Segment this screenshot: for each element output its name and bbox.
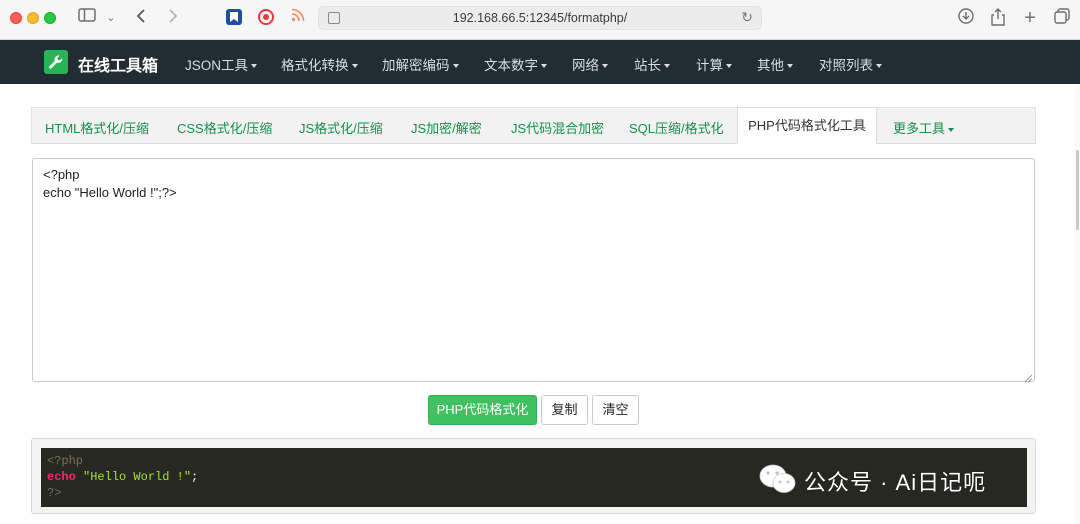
code-input[interactable] bbox=[32, 158, 1035, 382]
wechat-icon bbox=[759, 464, 796, 493]
extension-bookmark-icon[interactable] bbox=[224, 8, 244, 28]
brand-title[interactable]: 在线工具箱 bbox=[78, 52, 158, 76]
nav-label: 网络 bbox=[572, 58, 599, 73]
tab-js-encrypt[interactable]: JS加密/解密 bbox=[411, 118, 482, 137]
sidebar-toggle-icon[interactable] bbox=[76, 8, 98, 28]
tab-sql-format[interactable]: SQL压缩/格式化 bbox=[629, 118, 724, 137]
tab-js-obfuscate[interactable]: JS代码混合加密 bbox=[511, 118, 604, 137]
caret-down-icon bbox=[948, 127, 955, 132]
code-keyword: echo bbox=[47, 470, 76, 484]
nav-format-convert[interactable]: 格式化转换 bbox=[281, 54, 358, 74]
resize-grip-icon[interactable] bbox=[1023, 370, 1033, 383]
rss-icon[interactable] bbox=[289, 8, 307, 28]
tab-js-format[interactable]: JS格式化/压缩 bbox=[299, 118, 383, 137]
url-text: 192.168.66.5:12345/formatphp/ bbox=[452, 11, 628, 25]
scrollbar-thumb[interactable] bbox=[1076, 150, 1079, 230]
tab-label: 更多工具 bbox=[893, 121, 946, 136]
nav-calculate[interactable]: 计算 bbox=[696, 54, 732, 74]
caret-down-icon bbox=[351, 64, 358, 69]
format-button[interactable]: PHP代码格式化 bbox=[428, 395, 537, 425]
caret-down-icon bbox=[251, 64, 258, 69]
nav-text-number[interactable]: 文本数字 bbox=[484, 54, 547, 74]
extension-record-icon[interactable] bbox=[256, 8, 276, 28]
minimize-window-button[interactable] bbox=[27, 12, 39, 24]
close-window-button[interactable] bbox=[10, 12, 22, 24]
watermark-text: 公众号 · Ai日记呃 bbox=[804, 470, 987, 495]
code-open-tag: <?php bbox=[47, 454, 84, 468]
clear-button[interactable]: 清空 bbox=[592, 395, 639, 425]
wrench-icon bbox=[44, 50, 68, 74]
caret-down-icon bbox=[876, 64, 882, 69]
caret-down-icon bbox=[787, 64, 793, 69]
zoom-window-button[interactable] bbox=[44, 12, 56, 24]
tab-overview-icon[interactable] bbox=[1052, 8, 1072, 28]
code-semicolon: ; bbox=[191, 470, 199, 484]
nav-encrypt-encode[interactable]: 加解密编码 bbox=[382, 54, 459, 74]
reload-icon[interactable]: ↻ bbox=[741, 9, 753, 26]
copy-button[interactable]: 复制 bbox=[541, 395, 588, 425]
site-navbar: 在线工具箱 JSON工具 格式化转换 加解密编码 文本数字 网络 站长 计算 其… bbox=[0, 40, 1080, 84]
share-icon[interactable] bbox=[988, 8, 1008, 28]
caret-down-icon bbox=[541, 64, 547, 69]
nav-label: 其他 bbox=[757, 58, 784, 73]
nav-json-tools[interactable]: JSON工具 bbox=[185, 54, 258, 74]
caret-down-icon bbox=[664, 64, 670, 69]
nav-network[interactable]: 网络 bbox=[572, 54, 608, 74]
nav-label: 对照列表 bbox=[819, 58, 873, 73]
caret-down-icon bbox=[452, 64, 459, 69]
nav-label: 格式化转换 bbox=[281, 58, 349, 73]
nav-label: JSON工具 bbox=[185, 58, 249, 73]
caret-down-icon bbox=[602, 64, 608, 69]
nav-label: 计算 bbox=[696, 58, 723, 73]
caret-down-icon bbox=[726, 64, 732, 69]
downloads-icon[interactable] bbox=[956, 8, 976, 28]
nav-other[interactable]: 其他 bbox=[757, 54, 793, 74]
code-string: "Hello World !" bbox=[83, 470, 192, 484]
nav-label: 站长 bbox=[634, 58, 661, 73]
tab-html-format[interactable]: HTML格式化/压缩 bbox=[45, 118, 149, 137]
tab-more-tools[interactable]: 更多工具 bbox=[893, 118, 955, 137]
code-close-tag: ?> bbox=[47, 486, 62, 500]
address-bar[interactable]: 192.168.66.5:12345/formatphp/ ↻ bbox=[318, 6, 762, 30]
nav-webmaster[interactable]: 站长 bbox=[634, 54, 670, 74]
tab-css-format[interactable]: CSS格式化/压缩 bbox=[177, 118, 272, 137]
chevron-down-icon[interactable]: ⌄ bbox=[104, 8, 118, 28]
tab-php-format[interactable]: PHP代码格式化工具 bbox=[737, 107, 877, 144]
browser-toolbar: ⌄ 192.168.66.5:12345/formatphp/ ↻ + bbox=[0, 0, 1080, 40]
new-tab-icon[interactable]: + bbox=[1020, 8, 1040, 28]
nav-reference-lists[interactable]: 对照列表 bbox=[819, 54, 882, 74]
back-icon[interactable] bbox=[132, 8, 150, 28]
nav-label: 文本数字 bbox=[484, 58, 538, 73]
nav-label: 加解密编码 bbox=[382, 58, 450, 73]
forward-icon[interactable] bbox=[164, 8, 182, 28]
